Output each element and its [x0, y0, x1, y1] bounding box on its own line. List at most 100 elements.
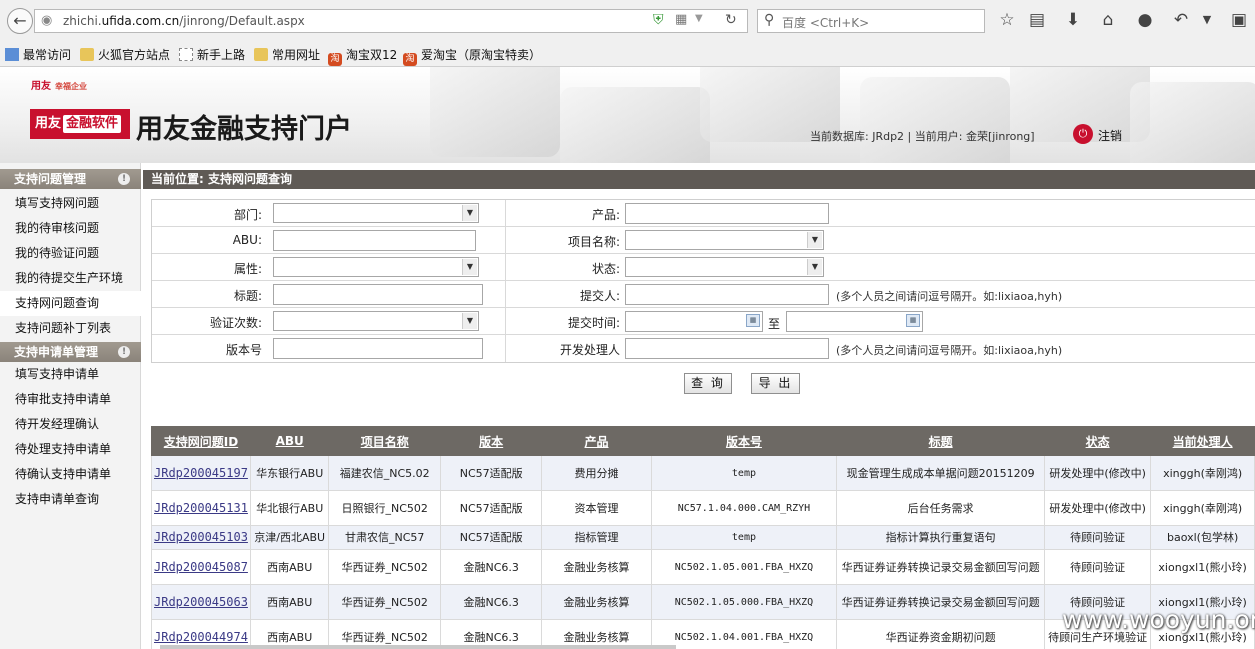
bookmark-firefox-site[interactable]: 火狐官方站点 [80, 46, 170, 63]
issue-link[interactable]: JRdp200045197 [154, 466, 248, 480]
cell-status: 待顾问验证 [1043, 525, 1152, 550]
col-abu[interactable]: ABU [249, 426, 330, 456]
query-button[interactable]: 查 询 [684, 373, 732, 394]
issue-link[interactable]: JRdp200045103 [154, 530, 248, 544]
qrcode-icon[interactable]: ▦ [675, 12, 687, 27]
url-domain: ufida.com.cn [101, 14, 180, 28]
taobao-icon: 淘 [328, 53, 342, 66]
submit-time-end[interactable]: ▦ [786, 311, 923, 332]
cell-abu: 西南ABU [249, 584, 330, 620]
shield-icon[interactable]: ⛨ [653, 12, 664, 28]
sidebar-item-request-query[interactable]: 支持申请单查询 [0, 487, 141, 512]
sidebar-section-requests[interactable]: 支持申请单管理 ! [0, 342, 141, 362]
home-icon[interactable]: ⌂ [1097, 10, 1119, 30]
dropdown-arrow-icon[interactable]: ▼ [695, 13, 703, 24]
reading-list-icon[interactable]: ▤ [1026, 10, 1048, 30]
site-header: 用友 幸福企业 用友 金融软件 用友金融支持门户 当前数据库: JRdp2 | 当前… [0, 67, 1255, 163]
col-version-no[interactable]: 版本号 [650, 426, 838, 456]
reload-icon[interactable]: ↻ [725, 12, 737, 28]
col-title[interactable]: 标题 [836, 426, 1045, 456]
submit-time-start[interactable]: ▦ [625, 311, 763, 332]
product-input[interactable] [625, 203, 829, 224]
puzzle-decoration [560, 87, 710, 163]
section-title: 支持申请单管理 [14, 345, 99, 359]
cell-title: 华西证券资金期初问题 [836, 619, 1045, 649]
col-version[interactable]: 版本 [439, 426, 543, 456]
download-icon[interactable]: ⬇ [1062, 10, 1084, 30]
table-row: JRdp200045131 华北银行ABU 日照银行_NC502 NC57适配版… [151, 490, 1255, 526]
project-select[interactable]: ▼ [625, 230, 824, 250]
bookmark-label: 新手上路 [197, 48, 246, 62]
undo-icon[interactable]: ↶ [1170, 10, 1192, 30]
sidebar-item-pending-handle[interactable]: 待处理支持申请单 [0, 437, 141, 462]
cell-status: 研发处理中(修改中) [1043, 490, 1152, 526]
watermark: www.wooyun.org [1062, 605, 1255, 634]
status-select[interactable]: ▼ [625, 257, 824, 277]
sidebar-item-pending-production[interactable]: 我的待提交生产环境 [0, 266, 141, 291]
issue-link[interactable]: JRdp200045131 [154, 501, 248, 515]
bookmark-getting-started[interactable]: 新手上路 [179, 46, 245, 63]
folder-icon [80, 48, 94, 61]
horizontal-scrollbar[interactable] [160, 645, 676, 649]
submitter-label: 提交人: [579, 289, 620, 303]
col-project[interactable]: 项目名称 [328, 426, 441, 456]
dev-hint: (多个人员之间请问逗号隔开。如:lixiaoa,hyh) [836, 344, 1063, 357]
cell-status: 待顾问验证 [1043, 549, 1152, 585]
power-icon[interactable]: ⏻ [1073, 124, 1093, 144]
title-label: 标题: [233, 289, 262, 303]
col-status[interactable]: 状态 [1043, 426, 1152, 456]
cell-project: 华西证券_NC502 [328, 549, 441, 585]
search-input[interactable]: ⚲ 百度 <Ctrl+K> [757, 9, 985, 33]
chat-icon[interactable]: ● [1134, 10, 1156, 30]
cell-version-no: NC502.1.04.001.FBA_HXZQ [650, 619, 838, 649]
sidebar-section-support-issues[interactable]: 支持问题管理 ! [0, 169, 141, 189]
issue-link[interactable]: JRdp200045087 [154, 560, 248, 574]
sidebar-item-pending-review[interactable]: 我的待审核问题 [0, 216, 141, 241]
back-arrow-icon[interactable]: ← [7, 8, 33, 34]
issue-link[interactable]: JRdp200045063 [154, 595, 248, 609]
extension-icon[interactable]: ▣ [1228, 10, 1250, 30]
title-input[interactable] [273, 284, 483, 305]
bookmark-common-sites[interactable]: 常用网址 [254, 46, 320, 63]
cell-handler: baoxl(包学林) [1150, 525, 1255, 550]
version-input[interactable] [273, 338, 483, 359]
calendar-icon[interactable]: ▦ [906, 314, 920, 327]
dev-input[interactable] [625, 338, 829, 359]
bookmark-taobao-12[interactable]: 淘淘宝双12 [328, 46, 397, 66]
divider [505, 227, 506, 254]
sidebar-item-fill-issue[interactable]: 填写支持网问题 [0, 191, 141, 216]
attr-select[interactable]: ▼ [273, 257, 479, 277]
sidebar-item-fill-request[interactable]: 填写支持申请单 [0, 362, 141, 387]
attr-label: 属性: [233, 262, 262, 276]
logout-link[interactable]: 注销 [1098, 127, 1122, 144]
abu-input[interactable] [273, 230, 476, 251]
cell-version: 金融NC6.3 [439, 549, 543, 585]
menu-dropdown-icon[interactable]: ▼ [1196, 13, 1218, 26]
col-product[interactable]: 产品 [541, 426, 652, 456]
sidebar-item-pending-approval[interactable]: 待审批支持申请单 [0, 387, 141, 412]
cell-handler: xinggh(幸刚鸿) [1150, 455, 1255, 491]
form-row: 部门: ▼ 产品: [152, 200, 1255, 227]
address-bar[interactable]: ◉ zhichi.ufida.com.cn/jinrong/Default.as… [34, 9, 748, 33]
dept-select[interactable]: ▼ [273, 203, 479, 223]
star-icon[interactable]: ☆ [996, 10, 1018, 30]
abu-label: ABU: [232, 233, 262, 247]
dept-label: 部门: [233, 208, 262, 222]
sidebar-item-issue-query[interactable]: 支持网问题查询 [0, 291, 141, 316]
sidebar-item-pending-verify[interactable]: 我的待验证问题 [0, 241, 141, 266]
issue-link[interactable]: JRdp200044974 [154, 630, 248, 644]
calendar-icon[interactable]: ▦ [746, 314, 760, 327]
sidebar-item-patch-list[interactable]: 支持问题补丁列表 [0, 316, 141, 341]
bookmark-aitaobao[interactable]: 淘爱淘宝（原淘宝特卖） [403, 46, 541, 66]
collapse-icon[interactable]: ! [118, 346, 130, 358]
col-handler[interactable]: 当前处理人 [1150, 426, 1255, 456]
verify-count-select[interactable]: ▼ [273, 311, 479, 331]
search-icon: ⚲ [764, 12, 775, 28]
collapse-icon[interactable]: ! [118, 173, 130, 185]
sidebar-item-pending-confirm[interactable]: 待确认支持申请单 [0, 462, 141, 487]
sidebar-item-dev-manager-confirm[interactable]: 待开发经理确认 [0, 412, 141, 437]
submitter-input[interactable] [625, 284, 829, 305]
export-button[interactable]: 导 出 [751, 373, 800, 394]
bookmark-most-visited[interactable]: 最常访问 [5, 46, 71, 63]
col-issue-id[interactable]: 支持网问题ID [151, 426, 251, 456]
